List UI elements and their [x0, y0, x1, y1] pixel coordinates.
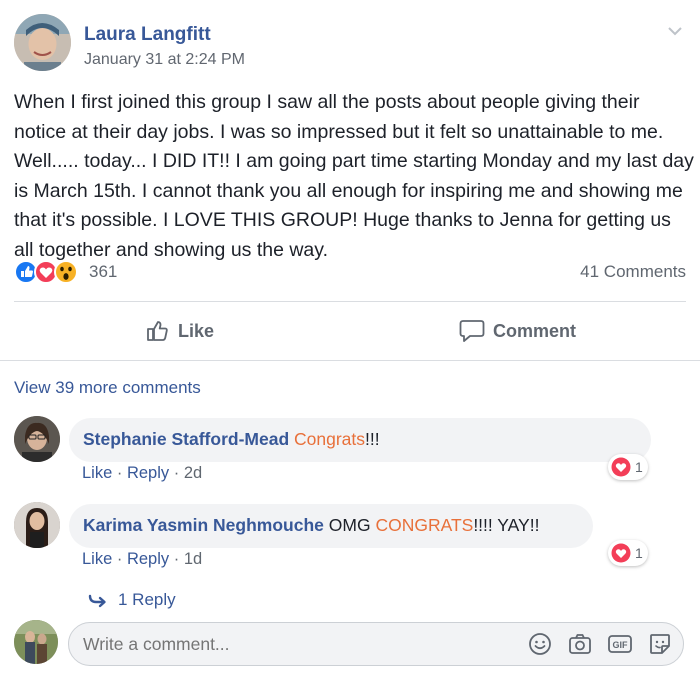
comment-reaction-count: 1: [635, 545, 643, 561]
reactions-bar: 361 41 Comments: [14, 260, 686, 286]
comment-like-link[interactable]: Like: [82, 550, 112, 568]
comment-highlight: CONGRATS: [375, 515, 474, 535]
comment-reply-link[interactable]: Reply: [127, 464, 169, 482]
post-header: Laura Langfitt January 31 at 2:24 PM: [14, 14, 686, 74]
commenter-name[interactable]: Stephanie Stafford-Mead: [83, 429, 289, 449]
reaction-icons[interactable]: [14, 260, 84, 284]
comment-like-link[interactable]: Like: [82, 464, 112, 482]
comment-highlight: Congrats: [294, 429, 366, 449]
author-name[interactable]: Laura Langfitt: [84, 24, 211, 46]
thumbs-up-icon: [147, 321, 168, 341]
commenter-avatar[interactable]: [14, 502, 60, 548]
love-icon: [611, 457, 631, 477]
comments-count[interactable]: 41 Comments: [580, 262, 686, 282]
chevron-down-icon[interactable]: [666, 22, 684, 40]
comment-text: !!!: [365, 429, 380, 449]
comment-composer: GIF: [14, 620, 686, 668]
camera-icon[interactable]: [567, 631, 593, 657]
reaction-count[interactable]: 361: [89, 262, 117, 282]
commenter-name[interactable]: Karima Yasmin Neghmouche: [83, 515, 324, 535]
comment-bubble: Karima Yasmin Neghmouche OMG CONGRATS!!!…: [69, 504, 593, 548]
post-text: When I first joined this group I saw all…: [14, 91, 694, 261]
gif-icon[interactable]: GIF: [607, 631, 633, 657]
comment-age[interactable]: 2d: [184, 464, 202, 482]
comment-input-box[interactable]: GIF: [68, 622, 684, 666]
current-user-avatar: [14, 620, 58, 664]
author-avatar[interactable]: [14, 14, 71, 71]
sticker-icon[interactable]: [647, 631, 673, 657]
comment-bubble: Stephanie Stafford-Mead Congrats!!!: [69, 418, 651, 462]
comment-input[interactable]: [83, 634, 503, 655]
post-timestamp[interactable]: January 31 at 2:24 PM: [84, 51, 245, 69]
like-label: Like: [178, 320, 215, 341]
love-icon: [611, 543, 631, 563]
comment-reaction-badge[interactable]: 1: [608, 540, 648, 566]
svg-text:GIF: GIF: [613, 640, 629, 650]
comment-meta: Like · Reply · 2d: [82, 464, 203, 482]
action-bar: Like Comment: [14, 302, 686, 360]
comment-reply-link[interactable]: Reply: [127, 550, 169, 568]
replies-count: 1 Reply: [118, 590, 176, 609]
view-more-comments-link[interactable]: View 39 more comments: [14, 378, 201, 398]
comment-reaction-badge[interactable]: 1: [608, 454, 648, 480]
view-replies-link[interactable]: 1 Reply: [88, 590, 176, 610]
emoji-icon[interactable]: [527, 631, 553, 657]
commenter-avatar[interactable]: [14, 416, 60, 462]
composer-icons: GIF: [527, 631, 673, 657]
comment-text: !!!! YAY!!: [473, 515, 540, 535]
comment-label: Comment: [493, 320, 577, 341]
comment-text-pre: OMG: [328, 515, 371, 535]
comment-bubble-icon: [459, 320, 485, 342]
like-button[interactable]: Like: [146, 316, 214, 346]
reply-arrow-icon: [88, 594, 106, 608]
comment-age[interactable]: 1d: [184, 550, 202, 568]
divider: [0, 360, 700, 361]
comment-button[interactable]: Comment: [459, 316, 576, 346]
comment-reaction-count: 1: [635, 459, 643, 475]
comment-meta: Like · Reply · 1d: [82, 550, 203, 568]
